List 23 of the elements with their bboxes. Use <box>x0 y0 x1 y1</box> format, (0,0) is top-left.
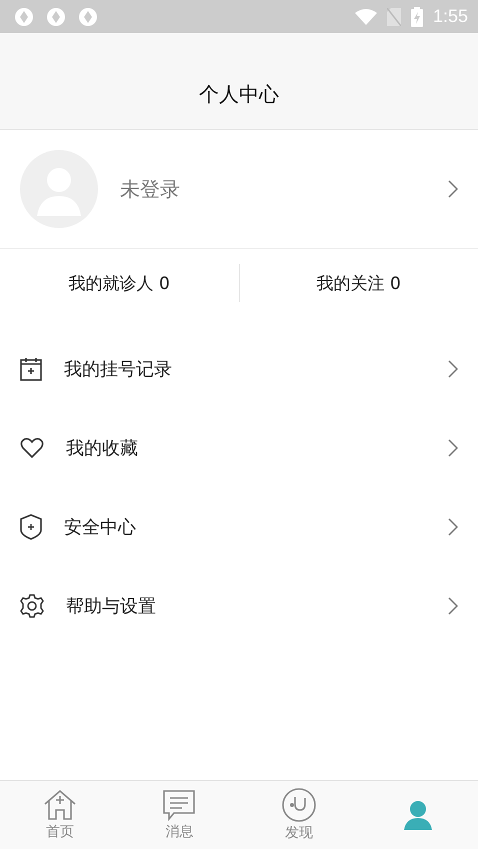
settings-icon <box>20 594 44 618</box>
chevron-icon <box>448 180 458 198</box>
menu-item[interactable]: 我的挂号记录 <box>0 329 478 408</box>
stat-link[interactable]: 我的关注 0 <box>240 272 478 294</box>
chevron-icon <box>448 360 458 378</box>
shield-icon <box>20 514 42 540</box>
login-status: 未登录 <box>120 176 181 202</box>
menu-item[interactable]: 我的收藏 <box>0 408 478 487</box>
battery-icon <box>410 6 423 26</box>
chevron-icon <box>448 596 458 614</box>
profile-row[interactable]: 未登录 <box>0 130 478 249</box>
chevron-icon <box>448 518 458 536</box>
chevron-icon <box>448 438 458 456</box>
message-icon <box>162 789 196 821</box>
menu-item[interactable]: 帮助与设置 <box>0 566 478 645</box>
page-title: 个人中心 <box>199 80 279 108</box>
stat-link[interactable]: 我的就诊人 0 <box>0 272 238 294</box>
calendar-icon <box>20 356 42 380</box>
menu-item[interactable]: 安全中心 <box>0 487 478 566</box>
heart-icon <box>20 436 44 458</box>
sim-icon <box>386 8 401 26</box>
home-icon <box>42 789 77 821</box>
wifi-icon <box>354 8 377 24</box>
